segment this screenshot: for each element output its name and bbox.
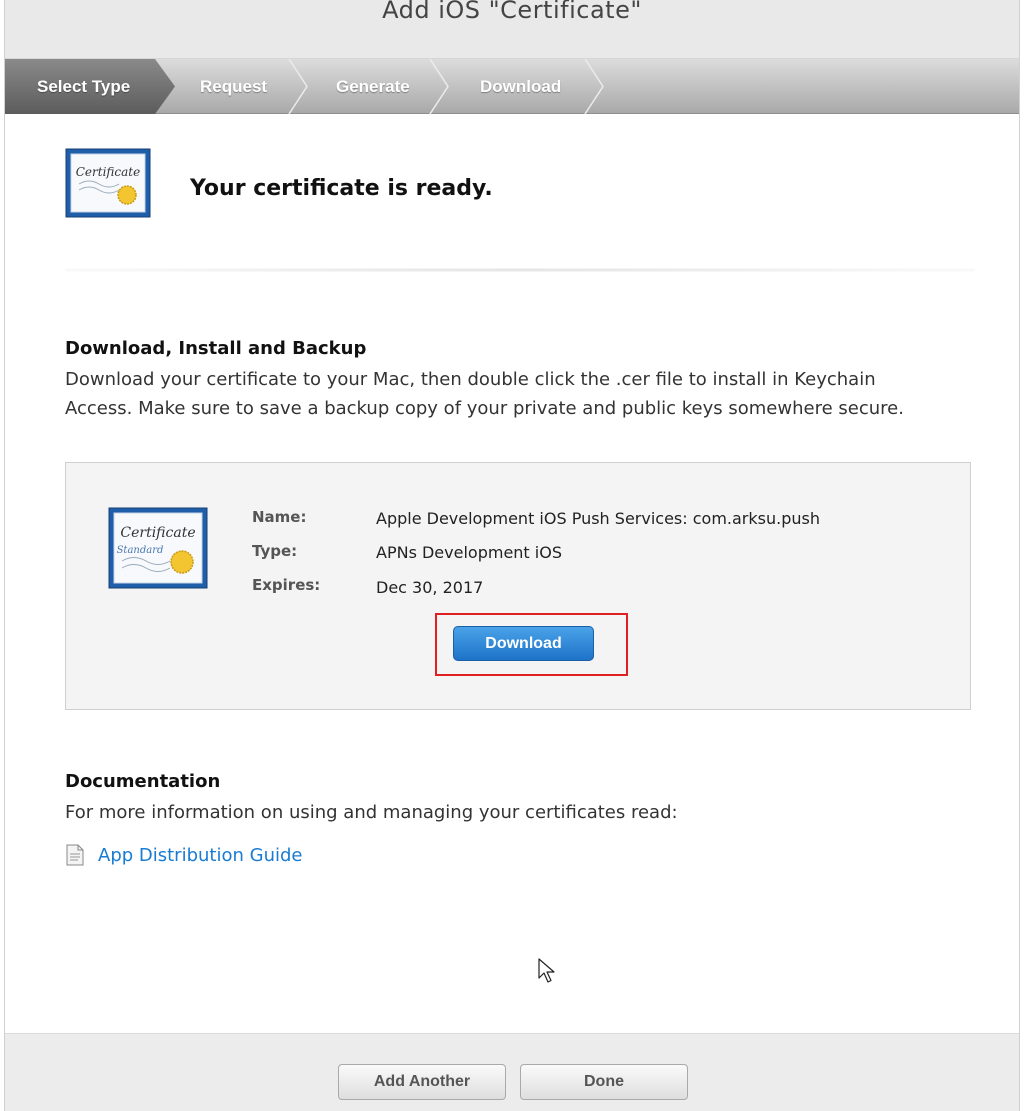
documentation-description: For more information on using and managi… — [65, 802, 678, 823]
expires-value: Dec 30, 2017 — [376, 578, 484, 597]
type-label: Type: — [252, 542, 298, 560]
expires-label: Expires: — [252, 576, 321, 594]
chevron-right-icon — [583, 59, 605, 114]
step-generate: Generate — [336, 77, 410, 96]
page-frame: Add iOS "Certificate" Select Type Reques… — [4, 0, 1020, 1111]
svg-text:Standard: Standard — [117, 545, 164, 556]
download-button[interactable]: Download — [453, 626, 594, 661]
install-section-description: Download your certificate to your Mac, t… — [65, 365, 965, 423]
chevron-right-icon — [287, 59, 309, 114]
chevron-right-icon — [428, 59, 450, 114]
name-label: Name: — [252, 508, 307, 526]
type-value: APNs Development iOS — [376, 543, 562, 562]
install-section-title: Download, Install and Backup — [65, 338, 367, 359]
document-icon — [65, 844, 85, 866]
success-message: Your certificate is ready. — [190, 176, 493, 201]
footer-bar: Add Another Done — [5, 1033, 1019, 1111]
step-request: Request — [200, 77, 268, 96]
certificate-icon: Certificate — [65, 148, 151, 218]
install-description-line: Download your certificate to your Mac, t… — [65, 369, 876, 390]
title-bar: Add iOS "Certificate" — [5, 0, 1019, 59]
page-title: Add iOS "Certificate" — [382, 0, 642, 24]
mouse-cursor-icon — [538, 958, 556, 984]
app-distribution-guide-link-text[interactable]: App Distribution Guide — [98, 845, 302, 866]
svg-text:Certificate: Certificate — [76, 165, 140, 179]
svg-text:Certificate: Certificate — [120, 525, 195, 541]
install-description-line: Access. Make sure to save a backup copy … — [65, 398, 904, 419]
add-another-button[interactable]: Add Another — [338, 1064, 506, 1100]
name-value: Apple Development iOS Push Services: com… — [376, 509, 820, 528]
step-download: Download — [480, 77, 562, 96]
done-button[interactable]: Done — [520, 1064, 688, 1100]
app-distribution-guide-link[interactable]: App Distribution Guide — [65, 842, 302, 868]
certificate-standard-icon: Certificate Standard — [108, 507, 208, 589]
divider — [65, 268, 975, 272]
step-progress-bar: Select Type Request Generate Download — [5, 59, 1019, 114]
certificate-details-panel: Certificate Standard Name: Apple Develop… — [65, 462, 971, 710]
step-select-type: Select Type — [5, 59, 175, 114]
documentation-title: Documentation — [65, 771, 221, 792]
